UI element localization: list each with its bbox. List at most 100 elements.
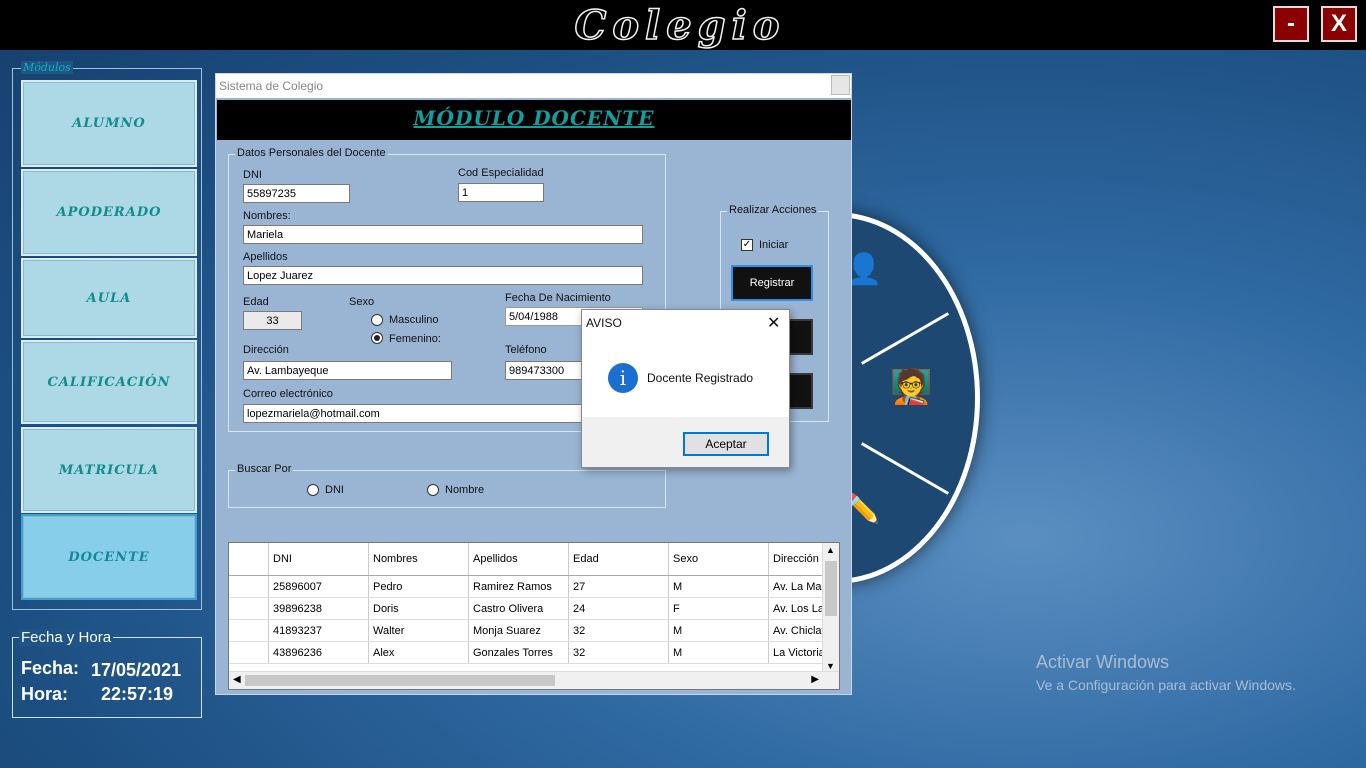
column-header[interactable]: Edad [569,543,669,575]
column-header[interactable]: Apellidos [469,543,569,575]
cod-especialidad-input[interactable] [458,183,544,202]
module-title: MÓDULO DOCENTE [413,106,655,130]
sexo-label: Sexo [349,296,375,308]
table-cell: M [669,642,769,663]
nombres-input[interactable] [243,225,643,244]
table-row[interactable]: 25896007 Pedro Ramirez Ramos 27 M Av. La… [229,576,839,598]
app-title: Colegio [574,1,786,50]
telefono-label: Teléfono [505,344,547,356]
vertical-scrollbar[interactable]: ▲ ▼ [822,543,839,673]
scroll-down-icon[interactable]: ▼ [826,661,835,671]
iniciar-checkbox[interactable]: ✓ [741,239,753,251]
date-value: 17/05/2021 [91,660,182,680]
table-row[interactable]: 39896238 Doris Castro Olivera 24 F Av. L… [229,598,839,620]
table-cell: 41893237 [269,620,369,641]
table-cell: 25896007 [269,576,369,597]
iniciar-label: Iniciar [759,239,789,251]
table-cell: 32 [569,620,669,641]
cod-especialidad-label: Cod Especialidad [458,167,544,179]
message-dialog: AVISO ✕ i Docente Registrado Aceptar [581,309,790,468]
modules-legend: Módulos [21,61,73,74]
direccion-input[interactable] [243,361,452,380]
table-cell: 24 [569,598,669,619]
chalkboard-icon[interactable]: 🧑‍🏫 [890,367,932,407]
dialog-title: AVISO [586,316,622,330]
dialog-message: Docente Registrado [647,371,754,385]
personal-data-legend: Datos Personales del Docente [235,147,388,159]
sidebar-item-apoderado[interactable]: APODERADO [21,169,197,256]
table-cell: Monja Suarez [469,620,569,641]
activation-watermark-title: Activar Windows [1036,652,1170,672]
aceptar-button[interactable]: Aceptar [683,432,769,456]
table-cell: Alex [369,642,469,663]
sidebar-item-docente[interactable]: DOCENTE [21,514,197,600]
close-icon[interactable]: ✕ [767,313,780,333]
sidebar-item-alumno[interactable]: ALUMNO [21,80,197,167]
edad-label: Edad [243,296,269,308]
masculino-label: Masculino [389,314,439,326]
modules-panel: Módulos ALUMNO APODERADO AULA CALIFICACI… [12,61,202,610]
table-row[interactable]: 41893237 Walter Monja Suarez 32 M Av. Ch… [229,620,839,642]
column-header[interactable]: Nombres [369,543,469,575]
column-header[interactable]: Sexo [669,543,769,575]
direccion-label: Dirección [243,344,289,356]
time-value: 22:57:19 [101,684,174,704]
registrar-button[interactable]: Registrar [731,265,813,301]
search-group: Buscar Por DNI Nombre [228,463,666,508]
scroll-left-icon[interactable]: ◀ [233,674,241,685]
table-cell: 27 [569,576,669,597]
table-cell: M [669,576,769,597]
search-dni-radio[interactable] [307,484,319,496]
table-cell: 39896238 [269,598,369,619]
datetime-legend: Fecha y Hora [19,629,114,646]
row-header-cell [229,620,269,641]
scroll-thumb[interactable] [245,675,555,686]
table-cell: 32 [569,642,669,663]
actions-legend: Realizar Acciones [727,204,819,216]
wheel-divider [860,312,950,365]
datetime-panel: Fecha y Hora Fecha: 17/05/2021 Hora: 22:… [12,629,202,718]
horizontal-scrollbar[interactable]: ◀ ▶ [229,671,839,689]
table-cell: Walter [369,620,469,641]
nombres-label: Nombres: [243,210,291,222]
time-label: Hora: [21,684,69,704]
row-header-cell [229,642,269,663]
row-header-cell [229,576,269,597]
wheel-divider [860,442,950,495]
correo-label: Correo electrónico [243,388,333,400]
scroll-up-icon[interactable]: ▲ [826,545,835,555]
table-cell: M [669,620,769,641]
table-cell: Doris [369,598,469,619]
info-icon: i [608,363,638,393]
search-nombre-label: Nombre [445,484,485,496]
window-titlebar: Sistema de Colegio [216,74,851,98]
scroll-thumb[interactable] [825,561,837,616]
close-button[interactable]: X [1321,6,1357,42]
masculino-radio[interactable] [371,314,383,326]
table-row[interactable]: 43896236 Alex Gonzales Torres 32 M La Vi… [229,642,839,664]
dni-label: DNI [243,169,262,181]
table-cell: Gonzales Torres [469,642,569,663]
minimize-button[interactable]: - [1273,6,1309,42]
table-cell: Pedro [369,576,469,597]
column-header[interactable]: DNI [269,543,369,575]
table-cell: Ramirez Ramos [469,576,569,597]
grid-header: DNI Nombres Apellidos Edad Sexo Direcció… [229,543,839,576]
sidebar-item-aula[interactable]: AULA [21,258,197,338]
sidebar-item-calificacion[interactable]: CALIFICACIÓN [21,340,197,424]
apellidos-input[interactable] [243,266,643,285]
scroll-right-icon[interactable]: ▶ [811,674,819,685]
dni-input[interactable] [243,184,350,203]
search-dni-label: DNI [325,484,344,496]
date-label: Fecha: [21,658,80,678]
maximize-button[interactable] [831,75,850,95]
sidebar-item-matricula[interactable]: MATRICULA [21,427,197,513]
window-title: Sistema de Colegio [219,79,324,93]
edad-input[interactable] [243,311,302,330]
docentes-grid[interactable]: DNI Nombres Apellidos Edad Sexo Direcció… [228,542,840,690]
table-cell: F [669,598,769,619]
activation-watermark-text: Ve a Configuración para activar Windows. [1036,677,1296,693]
search-nombre-radio[interactable] [427,484,439,496]
femenino-radio[interactable] [371,332,383,344]
table-cell: 43896236 [269,642,369,663]
